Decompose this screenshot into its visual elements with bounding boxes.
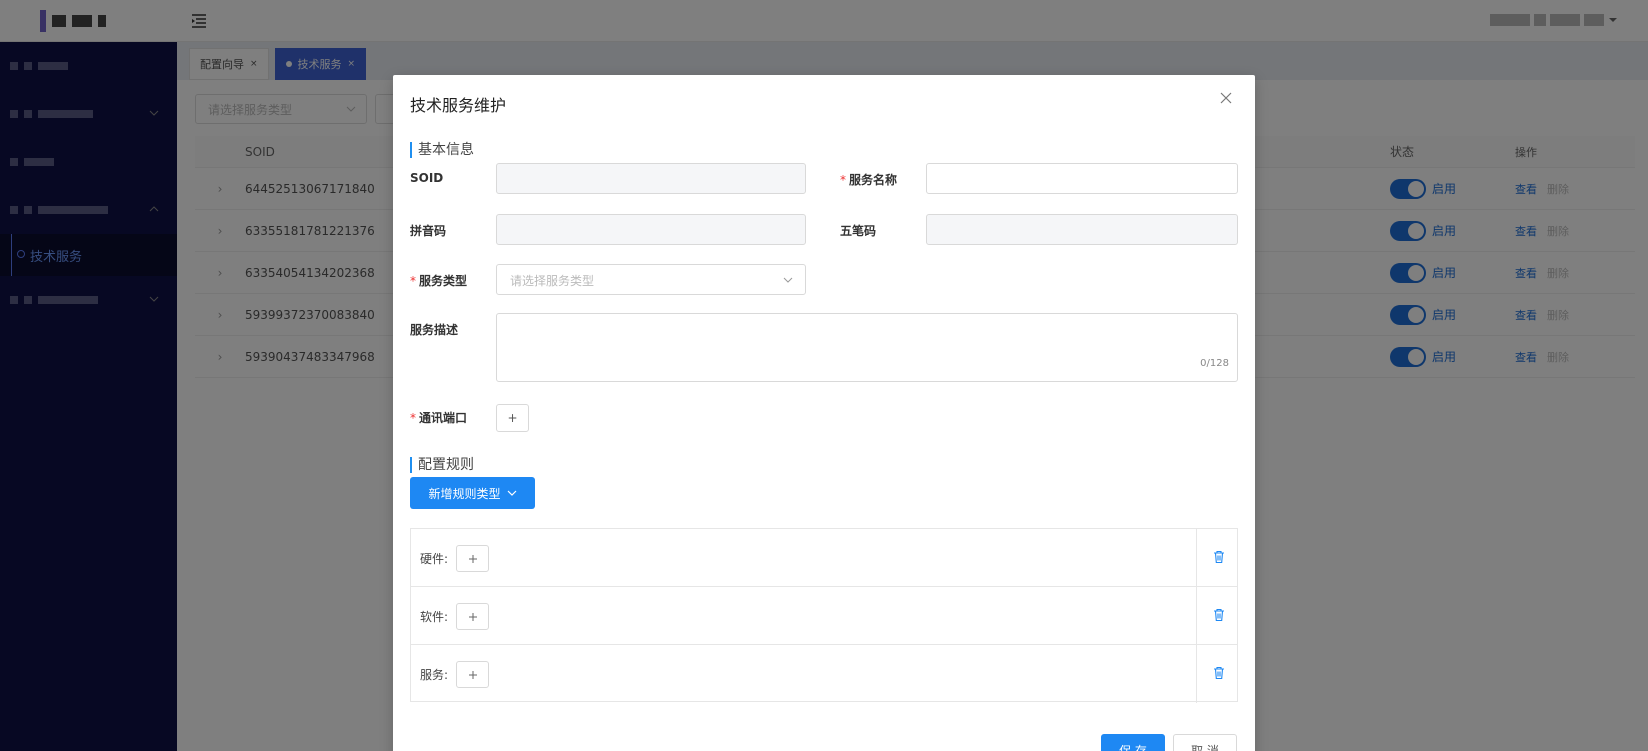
label-text: 通讯端口 [419,411,468,425]
modal-title: 技术服务维护 [410,96,507,115]
section-title-basic: 基本信息 [410,142,474,158]
add-service-button[interactable] [456,661,489,688]
select-placeholder: 请选择服务类型 [510,274,595,288]
description-textarea[interactable]: 0/128 [496,313,1238,382]
trash-icon[interactable] [1212,608,1226,622]
chevron-down-icon [783,277,793,283]
close-icon[interactable] [1219,91,1233,105]
rule-row-hardware: 硬件: [411,529,1237,587]
plus-icon: + [507,411,518,425]
char-count: 0/128 [1200,358,1229,369]
trash-icon[interactable] [1212,666,1226,680]
pinyin-input[interactable] [496,214,806,245]
rule-label: 服务: [420,668,449,682]
rule-table: 硬件: 软件: 服务: [410,528,1238,703]
section-title-rules: 配置规则 [410,457,474,473]
label-text: 服务类型 [419,274,468,288]
service-name-label: * 服务名称 [840,173,898,187]
cancel-button[interactable]: 取 消 [1173,734,1237,751]
button-label: 新增规则类型 [428,486,501,501]
rule-label: 软件: [420,610,449,624]
service-name-input[interactable] [926,163,1238,194]
soid-input[interactable] [496,163,806,194]
port-label: * 通讯端口 [410,411,468,425]
add-rule-type-button[interactable]: 新增规则类型 [410,477,535,509]
chevron-down-icon [507,490,516,496]
trash-icon[interactable] [1212,550,1226,564]
pinyin-label: 拼音码 [410,224,447,238]
description-label: 服务描述 [410,323,459,337]
plus-icon [468,554,477,563]
plus-icon [468,670,477,679]
rule-label: 硬件: [420,552,449,566]
service-type-select[interactable]: 请选择服务类型 [496,264,806,295]
wubi-label: 五笔码 [840,224,877,238]
rule-row-software: 软件: [411,587,1237,645]
rule-row-service: 服务: [411,645,1237,703]
plus-icon [468,612,477,621]
save-button[interactable]: 保 存 [1101,734,1165,751]
add-port-button[interactable]: + [496,404,529,432]
tech-service-modal: 技术服务维护 基本信息 SOID * 服务名称 拼音码 五笔码 * 服务类型 请选择… [393,75,1255,751]
add-software-button[interactable] [456,603,489,630]
label-text: 服务名称 [849,173,898,187]
service-type-label: * 服务类型 [410,274,468,288]
add-hardware-button[interactable] [456,545,489,572]
soid-label: SOID [410,171,444,185]
wubi-input[interactable] [926,214,1238,245]
